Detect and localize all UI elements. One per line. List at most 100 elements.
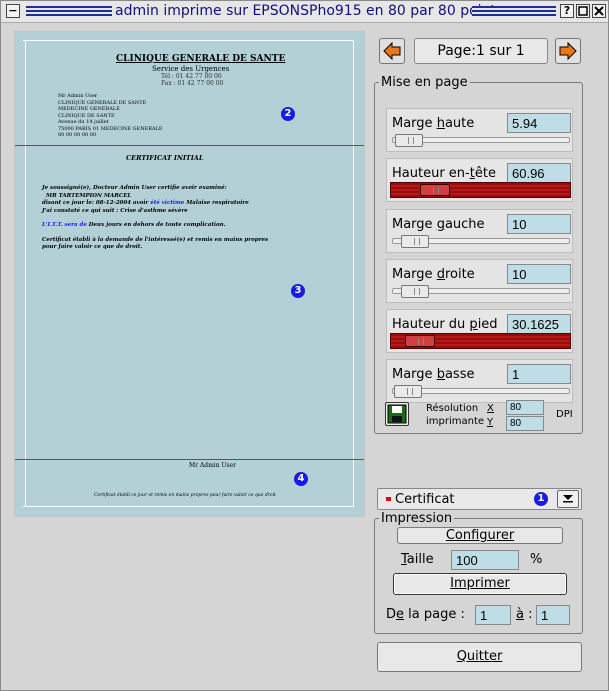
patient-name: MR TARTEMPION MARCEL	[46, 192, 132, 199]
preview-page: CLINIQUE GENERALE DE SANTE Service des U…	[15, 32, 364, 516]
service-name: Service des Urgences	[152, 65, 230, 73]
title-stripes-right	[472, 6, 556, 17]
print-legend: Impression	[381, 511, 453, 526]
title-bar: − admin imprime sur EPSONSPho915 en 80 p…	[1, 1, 608, 23]
from-page-input[interactable]	[475, 605, 511, 625]
bottom-margin-input[interactable]	[507, 364, 571, 384]
footer-note: Certificat établi ce jour et remis en ma…	[94, 493, 276, 498]
bottom-margin-label: Marge basse	[392, 367, 475, 382]
certificate-body: Je soussigné(e), Docteur Admin User cert…	[42, 185, 268, 252]
header-height-label: Hauteur en-tête	[392, 166, 496, 181]
clinic-tel: Tél : 01 42 77 00 00	[161, 73, 222, 80]
print-window: − admin imprime sur EPSONSPho915 en 80 p…	[0, 0, 609, 691]
doctor-address-block: Mr Admin User CLINIQUE GENERALE DE SANTE…	[58, 93, 163, 139]
print-preview[interactable]: CLINIQUE GENERALE DE SANTE Service des U…	[14, 31, 365, 517]
printer-label: imprimante	[426, 416, 485, 427]
to-page-input[interactable]	[536, 605, 570, 625]
itt-line: L'I.T.T. sera de Deux jours en dehors de…	[42, 222, 268, 230]
header-height-input[interactable]	[507, 163, 571, 183]
close-button[interactable]	[592, 4, 606, 18]
print-label: Imprimer	[450, 576, 510, 591]
template-select[interactable]: Certificat 1	[377, 488, 582, 510]
slider-thumb[interactable]	[401, 235, 429, 248]
footer-height-slider[interactable]	[390, 333, 571, 349]
next-page-button[interactable]	[555, 38, 581, 64]
bottom-margin-slider[interactable]	[392, 385, 570, 398]
right-margin-control: Marge droite	[386, 259, 573, 303]
marker-2: 2	[281, 107, 295, 121]
footer-height-guide[interactable]	[15, 459, 364, 460]
previous-page-button[interactable]	[379, 38, 405, 64]
top-margin-control: Marge haute	[386, 108, 573, 152]
body-line: J'ai constaté ce qui suit : Crise d'asth…	[42, 207, 188, 214]
chevron-down-icon	[563, 495, 573, 503]
close-icon	[594, 6, 604, 16]
top-margin-slider[interactable]	[392, 134, 570, 147]
arrow-right-icon	[559, 41, 577, 61]
floppy-disk-icon	[387, 404, 407, 424]
slider-thumb[interactable]	[405, 335, 435, 347]
top-margin-input[interactable]	[507, 113, 571, 133]
resolution-label: Résolution	[426, 403, 479, 414]
slider-thumb[interactable]	[420, 184, 450, 196]
configure-button[interactable]: Configurer	[397, 527, 563, 544]
from-page-label: De la page :	[386, 607, 465, 622]
left-margin-slider[interactable]	[392, 235, 570, 248]
itt-text: Deux jours en dehors de toute complicati…	[86, 222, 226, 228]
left-margin-input[interactable]	[507, 214, 571, 234]
dropdown-button[interactable]	[557, 490, 579, 508]
body-line: Je soussigné(e), Docteur Admin User cert…	[42, 185, 227, 191]
right-margin-input[interactable]	[507, 264, 571, 284]
doctor-line: 00 00 00 00 00	[58, 132, 97, 138]
configure-label: Configurer	[445, 528, 515, 543]
help-button[interactable]: ?	[560, 4, 574, 18]
layout-group: Mise en page Marge haute Hauteur en-tête…	[374, 75, 583, 434]
resolution-x-input[interactable]	[506, 400, 544, 415]
size-input[interactable]	[451, 550, 519, 570]
body-line: disant ce jour le: 08-12-2004 avoir été …	[42, 200, 268, 208]
resolution-y-input[interactable]	[506, 416, 544, 431]
slider-thumb[interactable]	[394, 385, 422, 398]
template-select-value: Certificat	[395, 492, 455, 507]
header-height-guide[interactable]	[15, 145, 364, 146]
left-margin-control: Marge gauche	[386, 209, 573, 253]
red-bullet-icon	[386, 497, 391, 501]
itt-text-blue: L'I.T.T. sera de	[42, 222, 87, 228]
title-stripes-left	[26, 6, 112, 17]
slider-thumb[interactable]	[395, 134, 423, 147]
page-indicator: Page:1 sur 1	[414, 38, 548, 64]
footer-height-label: Hauteur du pied	[392, 317, 498, 332]
body-text-blue: été victime	[150, 200, 185, 206]
footer-height-control: Hauteur du pied	[386, 309, 573, 353]
header-height-control: Hauteur en-tête	[386, 158, 573, 202]
marker-1: 1	[534, 492, 548, 506]
window-menu-button[interactable]: −	[6, 4, 20, 18]
body-text: Malaise respiratoire	[184, 200, 249, 206]
right-margin-label: Marge droite	[392, 267, 475, 282]
y-label: Y	[487, 417, 494, 428]
to-page-label: à :	[516, 607, 533, 622]
percent-label: %	[530, 552, 543, 567]
save-settings-button[interactable]	[385, 402, 409, 426]
right-margin-guide[interactable]	[353, 40, 354, 506]
bottom-margin-control: Marge basse	[386, 359, 573, 403]
maximize-icon	[578, 6, 588, 16]
bottom-margin-guide[interactable]	[23, 506, 354, 507]
maximize-button[interactable]	[576, 4, 590, 18]
quit-label: Quitter	[456, 649, 503, 664]
left-margin-guide[interactable]	[25, 40, 26, 506]
body-line: pour faire valoir ce que de droit.	[42, 244, 143, 250]
print-button[interactable]: Imprimer	[393, 573, 567, 595]
clinic-fax: Fax : 01 42 77 00 00	[161, 80, 224, 87]
top-margin-guide[interactable]	[23, 40, 354, 41]
right-margin-slider[interactable]	[392, 285, 570, 298]
x-label: X	[487, 403, 494, 414]
slider-thumb[interactable]	[401, 285, 429, 298]
footer-height-input[interactable]	[507, 314, 571, 334]
marker-4: 4	[294, 472, 308, 486]
quit-button[interactable]: Quitter	[377, 642, 582, 672]
header-height-slider[interactable]	[390, 182, 571, 198]
body-line: Certificat établi à la demande de l'inté…	[42, 236, 269, 243]
left-margin-label: Marge gauche	[392, 217, 485, 232]
top-margin-label: Marge haute	[392, 116, 475, 131]
